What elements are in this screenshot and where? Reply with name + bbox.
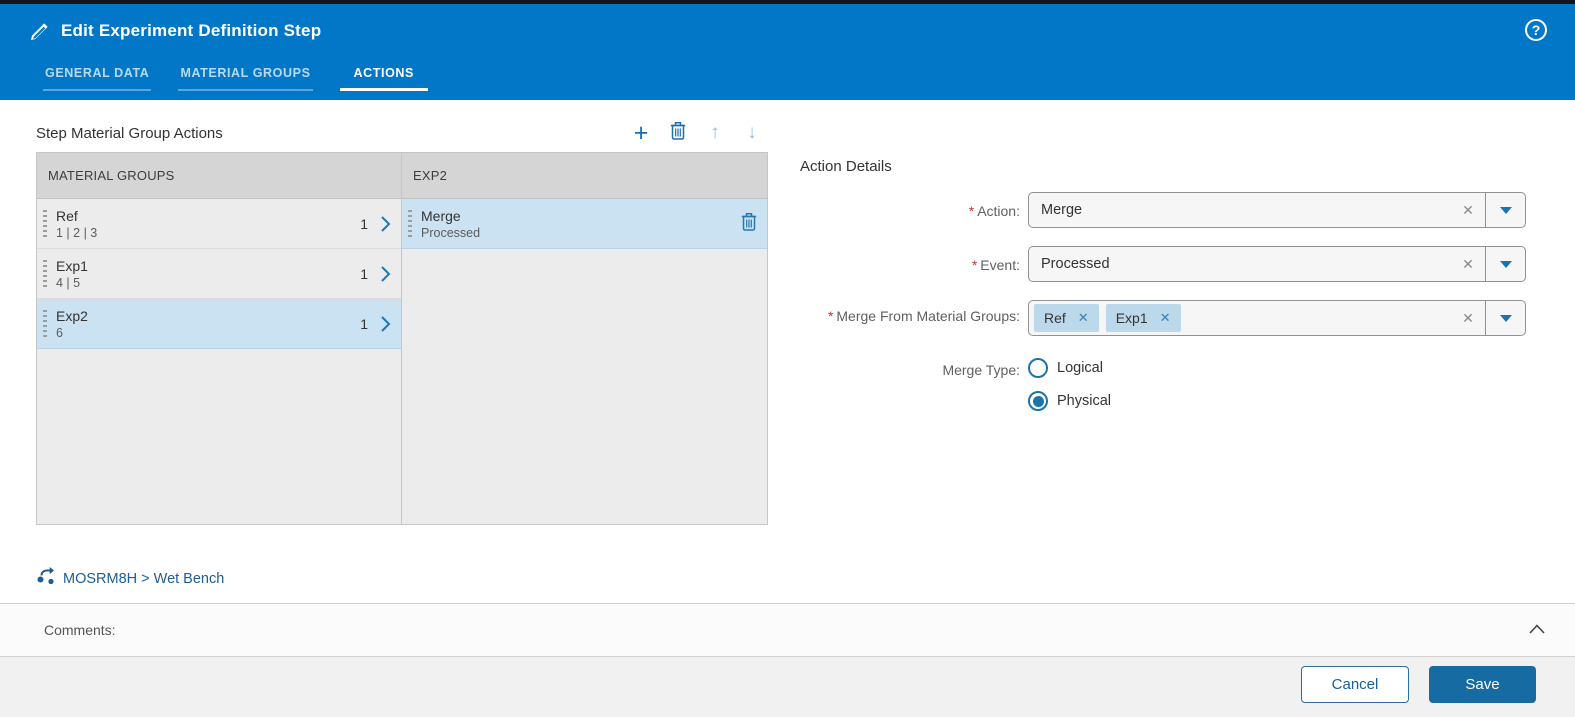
chip-remove-icon[interactable]: ✕ (1160, 310, 1171, 326)
group-name: Ref (56, 207, 78, 224)
radio-logical-label: Logical (1057, 360, 1103, 376)
breadcrumb-text: MOSRM8H > Wet Bench (63, 570, 225, 587)
radio-physical[interactable]: Physical (1028, 391, 1111, 411)
dropdown-button[interactable] (1485, 247, 1525, 281)
merge-type-radio-group: Logical Physical (1028, 354, 1111, 411)
drag-handle-icon[interactable] (43, 259, 47, 288)
action-combobox[interactable]: Merge ✕ (1028, 192, 1526, 228)
required-asterisk: * (968, 203, 975, 219)
edit-pencil-icon (30, 22, 49, 41)
add-action-button[interactable]: + (631, 121, 651, 146)
dialog-header: Edit Experiment Definition Step ? GENERA… (0, 4, 1575, 100)
comments-label: Comments: (44, 622, 116, 638)
required-asterisk: * (971, 257, 978, 273)
chevron-down-icon (1499, 260, 1512, 268)
step-material-group-actions-panel: Step Material Group Actions + ↑ ↓ MATERI… (36, 118, 768, 525)
dialog-title: Edit Experiment Definition Step (61, 21, 322, 40)
column-header-material-groups: MATERIAL GROUPS (37, 153, 401, 199)
clear-icon[interactable]: ✕ (1451, 256, 1485, 273)
chevron-right-icon[interactable] (380, 265, 391, 283)
action-details-title: Action Details (800, 158, 892, 175)
radio-logical[interactable]: Logical (1028, 358, 1111, 378)
event-label: Event: (980, 257, 1020, 273)
dialog-footer: Cancel Save (0, 657, 1575, 717)
delete-action-button[interactable] (668, 121, 688, 145)
action-subtitle: Processed (421, 225, 481, 240)
merge-from-field-row: * Merge From Material Groups: Ref ✕ Exp1 … (800, 300, 1548, 336)
chip-exp1[interactable]: Exp1 ✕ (1105, 304, 1181, 332)
material-group-row-exp1[interactable]: Exp1 4 | 5 1 (37, 249, 401, 299)
comments-section: Comments: (0, 603, 1575, 657)
tab-bar: GENERAL DATA MATERIAL GROUPS ACTIONS (43, 66, 428, 91)
collapse-comments-button[interactable] (1529, 621, 1545, 639)
group-name: Exp1 (56, 257, 88, 274)
chip-label: Exp1 (1115, 310, 1148, 326)
material-group-row-ref[interactable]: Ref 1 | 2 | 3 1 (37, 199, 401, 249)
chevron-right-icon[interactable] (380, 215, 391, 233)
chevron-up-icon (1529, 621, 1545, 639)
trash-icon (670, 121, 686, 145)
action-count: 1 (360, 315, 368, 332)
action-label: Action: (977, 203, 1020, 219)
merge-type-label: Merge Type: (942, 362, 1020, 378)
column-header-exp2: EXP2 (402, 153, 767, 199)
action-count: 1 (360, 265, 368, 282)
action-field-row: * Action: Merge ✕ (800, 192, 1548, 228)
material-groups-table: MATERIAL GROUPS Ref 1 | 2 | 3 1 Exp1 4 |… (36, 152, 768, 525)
drag-handle-icon[interactable] (43, 309, 47, 338)
material-group-row-exp2[interactable]: Exp2 6 1 (37, 299, 401, 349)
material-groups-column: MATERIAL GROUPS Ref 1 | 2 | 3 1 Exp1 4 |… (37, 153, 402, 524)
flow-breadcrumb-link[interactable]: MOSRM8H > Wet Bench (36, 566, 224, 591)
tab-actions[interactable]: ACTIONS (339, 66, 428, 91)
event-field-row: * Event: Processed ✕ (800, 246, 1548, 282)
empty-area (402, 249, 767, 524)
cancel-button[interactable]: Cancel (1301, 666, 1409, 703)
drag-handle-icon[interactable] (408, 209, 412, 238)
tab-material-groups[interactable]: MATERIAL GROUPS (178, 66, 313, 91)
dropdown-button[interactable] (1485, 193, 1525, 227)
drag-handle-icon[interactable] (43, 209, 47, 238)
event-value: Processed (1041, 256, 1110, 272)
chevron-down-icon (1499, 206, 1512, 214)
action-row-merge[interactable]: Merge Processed (402, 199, 767, 249)
actions-toolbar: + ↑ ↓ (631, 121, 768, 146)
group-steps: 4 | 5 (56, 275, 81, 290)
move-down-button[interactable]: ↓ (742, 122, 762, 144)
clear-icon[interactable]: ✕ (1451, 310, 1485, 327)
chip-label: Ref (1044, 310, 1066, 326)
radio-physical-label: Physical (1057, 393, 1111, 409)
group-name: Exp2 (56, 307, 88, 324)
edit-experiment-dialog: Edit Experiment Definition Step ? GENERA… (0, 0, 1575, 717)
action-value: Merge (1041, 202, 1083, 218)
exp2-actions-column: EXP2 Merge Processed (402, 153, 767, 524)
chip-ref[interactable]: Ref ✕ (1034, 304, 1099, 332)
delete-row-trash-icon[interactable] (741, 212, 757, 236)
group-steps: 6 (56, 325, 63, 340)
chevron-right-icon[interactable] (380, 315, 391, 333)
radio-checked-icon[interactable] (1028, 391, 1048, 411)
action-title: Merge (421, 207, 461, 224)
flow-icon (36, 566, 57, 591)
group-steps: 1 | 2 | 3 (56, 225, 98, 240)
clear-icon[interactable]: ✕ (1451, 202, 1485, 219)
chip-remove-icon[interactable]: ✕ (1078, 310, 1089, 326)
action-details-panel: Action Details * Action: Merge ✕ * Event: … (800, 158, 1548, 429)
radio-unchecked-icon[interactable] (1028, 358, 1048, 378)
merge-from-multiselect[interactable]: Ref ✕ Exp1 ✕ ✕ (1028, 300, 1526, 336)
merge-from-label: Merge From Material Groups: (836, 308, 1020, 324)
required-asterisk: * (827, 308, 834, 324)
event-combobox[interactable]: Processed ✕ (1028, 246, 1526, 282)
save-button[interactable]: Save (1429, 666, 1536, 703)
section-title: Step Material Group Actions (36, 124, 223, 142)
help-icon[interactable]: ? (1525, 19, 1547, 41)
chevron-down-icon (1499, 314, 1512, 322)
move-up-button[interactable]: ↑ (705, 122, 725, 144)
merge-type-field-row: Merge Type: Logical Physical (800, 354, 1548, 411)
empty-area (37, 349, 401, 524)
tab-general-data[interactable]: GENERAL DATA (43, 66, 152, 91)
dropdown-button[interactable] (1485, 301, 1525, 335)
action-count: 1 (360, 215, 368, 232)
